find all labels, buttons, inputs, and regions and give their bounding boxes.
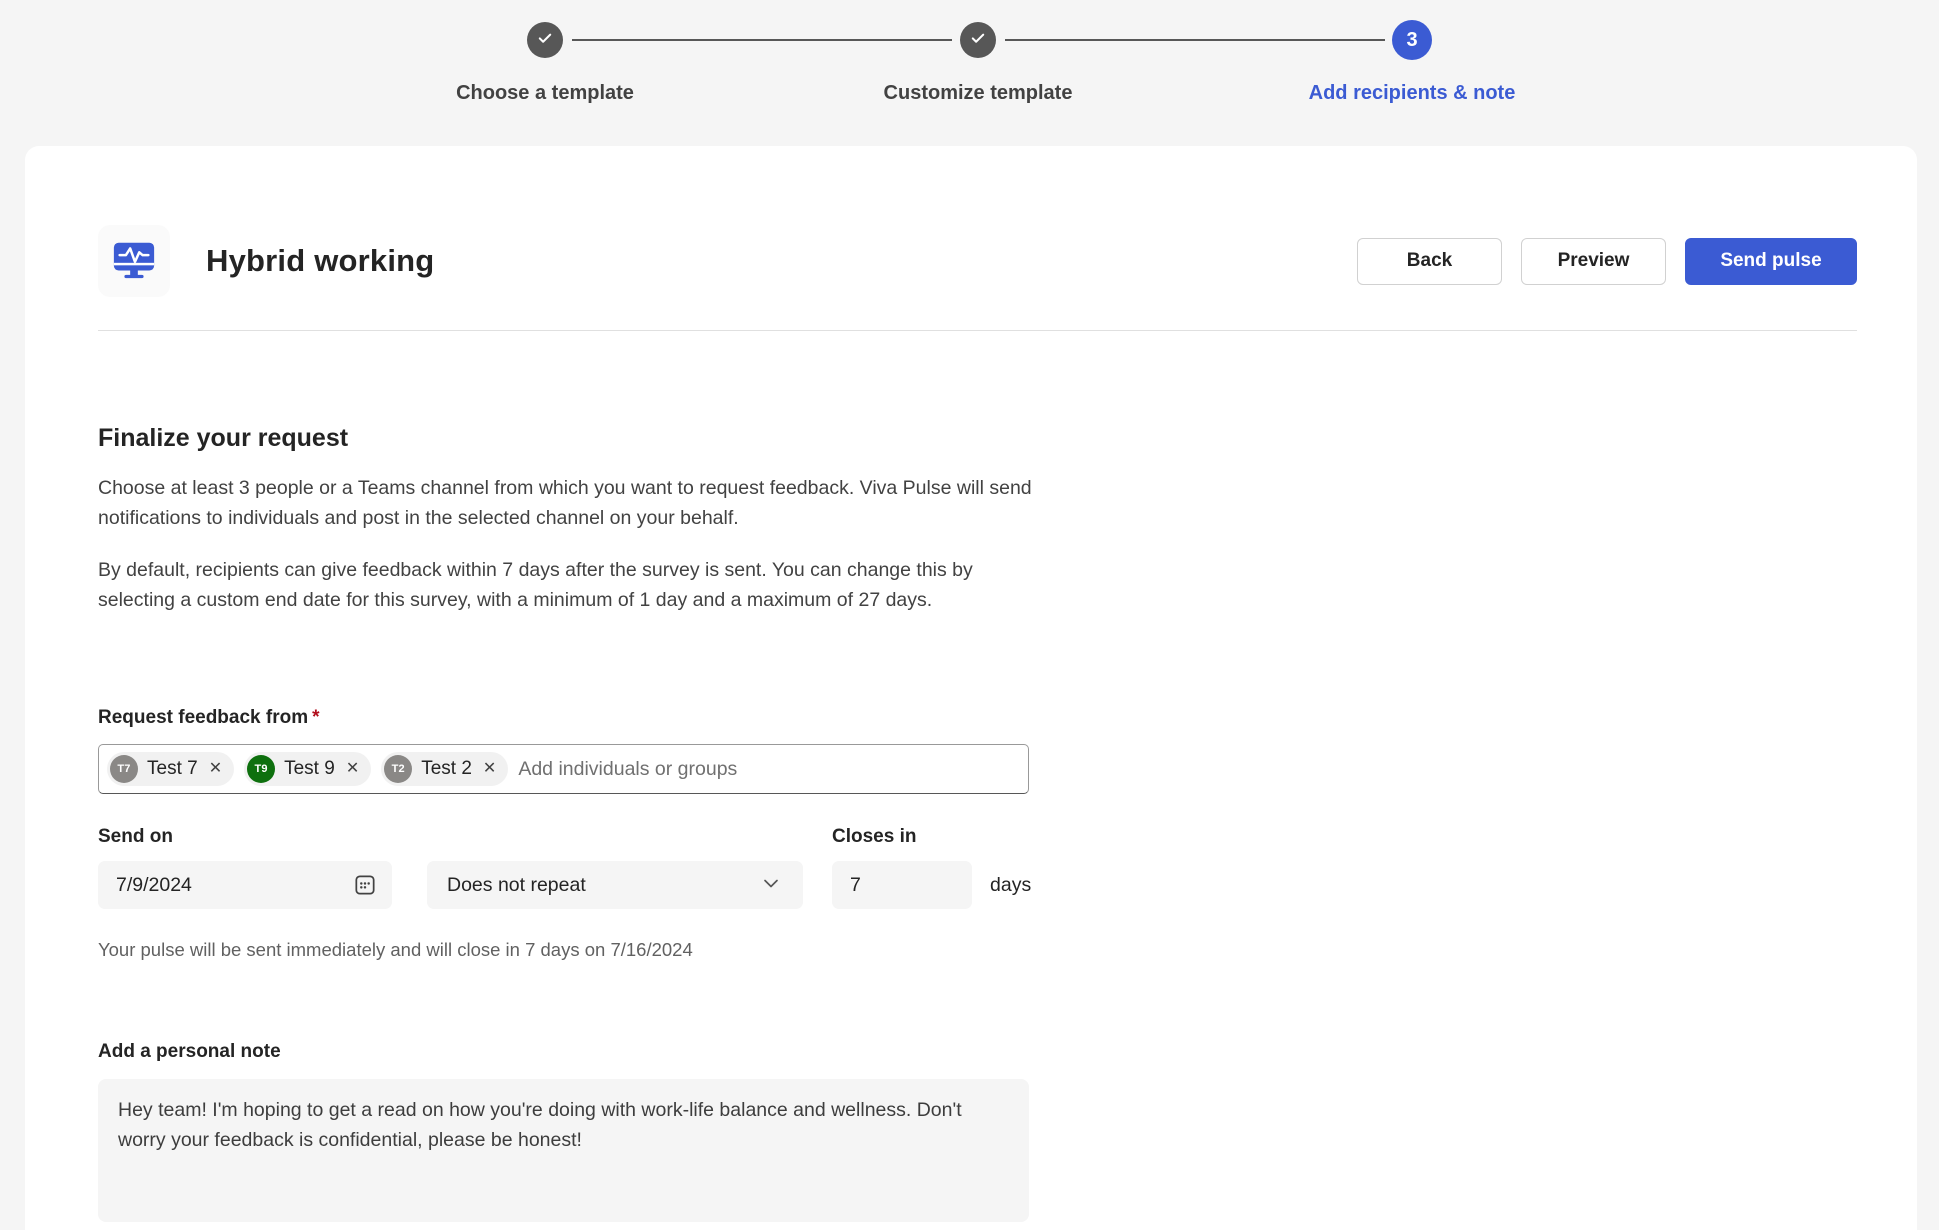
send-on-label: Send on bbox=[98, 826, 832, 848]
personal-note-textarea[interactable]: Hey team! I'm hoping to get a read on ho… bbox=[98, 1079, 1029, 1222]
finalize-paragraph-1: Choose at least 3 people or a Teams chan… bbox=[98, 473, 1043, 533]
avatar: T9 bbox=[247, 755, 275, 783]
step-2-label: Customize template bbox=[884, 82, 1073, 105]
stepper-connector bbox=[1005, 39, 1385, 41]
note-label: Add a personal note bbox=[98, 1041, 1857, 1063]
recipient-chip[interactable]: T2 Test 2 ✕ bbox=[381, 752, 508, 786]
main-card: Hybrid working Back Preview Send pulse F… bbox=[25, 146, 1917, 1230]
viva-pulse-template-icon bbox=[111, 236, 157, 287]
finalize-paragraph-2: By default, recipients can give feedback… bbox=[98, 555, 1043, 615]
remove-recipient-icon[interactable]: ✕ bbox=[481, 761, 498, 777]
send-on-date-input[interactable] bbox=[116, 874, 352, 897]
step-1-label: Choose a template bbox=[456, 82, 634, 105]
step-1-complete-circle[interactable] bbox=[527, 22, 563, 58]
remove-recipient-icon[interactable]: ✕ bbox=[207, 761, 224, 777]
header-divider bbox=[98, 330, 1857, 331]
required-asterisk: * bbox=[312, 707, 319, 728]
header-actions: Back Preview Send pulse bbox=[1357, 238, 1857, 285]
repeat-dropdown[interactable]: Does not repeat bbox=[427, 861, 803, 909]
recipient-name: Test 2 bbox=[421, 758, 472, 780]
send-on-date-field[interactable] bbox=[98, 861, 392, 909]
days-unit-label: days bbox=[990, 874, 1031, 897]
recipient-chip[interactable]: T9 Test 9 ✕ bbox=[244, 752, 371, 786]
recipient-name: Test 9 bbox=[284, 758, 335, 780]
step-3-current-circle[interactable]: 3 bbox=[1392, 20, 1432, 60]
stepper-connector bbox=[572, 39, 952, 41]
closes-in-input[interactable] bbox=[850, 874, 954, 897]
calendar-icon[interactable] bbox=[352, 872, 378, 898]
card-header: Hybrid working Back Preview Send pulse bbox=[98, 225, 1857, 297]
template-icon-container bbox=[98, 225, 170, 297]
checkmark-icon bbox=[536, 29, 554, 52]
schedule-helper-text: Your pulse will be sent immediately and … bbox=[98, 939, 1857, 961]
step-2-complete-circle[interactable] bbox=[960, 22, 996, 58]
step-3-label: Add recipients & note bbox=[1309, 82, 1516, 105]
closes-in-label: Closes in bbox=[832, 826, 916, 848]
preview-button[interactable]: Preview bbox=[1521, 238, 1666, 285]
closes-in-field[interactable] bbox=[832, 861, 972, 909]
step-3-number: 3 bbox=[1406, 29, 1417, 52]
checkmark-icon bbox=[969, 29, 987, 52]
remove-recipient-icon[interactable]: ✕ bbox=[344, 761, 361, 777]
page-title: Hybrid working bbox=[206, 243, 434, 279]
back-button[interactable]: Back bbox=[1357, 238, 1502, 285]
chevron-down-icon bbox=[759, 871, 783, 900]
recipient-name: Test 7 bbox=[147, 758, 198, 780]
repeat-dropdown-value: Does not repeat bbox=[447, 874, 586, 897]
recipients-input[interactable] bbox=[518, 758, 1016, 781]
finalize-heading: Finalize your request bbox=[98, 424, 1857, 453]
people-picker[interactable]: T7 Test 7 ✕ T9 Test 9 ✕ T2 Test 2 ✕ bbox=[98, 744, 1029, 794]
recipients-label: Request feedback from* bbox=[98, 707, 1857, 729]
recipients-label-text: Request feedback from bbox=[98, 707, 308, 728]
recipient-chip[interactable]: T7 Test 7 ✕ bbox=[107, 752, 234, 786]
wizard-stepper: 3 Choose a template Customize template A… bbox=[0, 0, 1939, 146]
send-pulse-button[interactable]: Send pulse bbox=[1685, 238, 1857, 285]
avatar: T7 bbox=[110, 755, 138, 783]
avatar: T2 bbox=[384, 755, 412, 783]
